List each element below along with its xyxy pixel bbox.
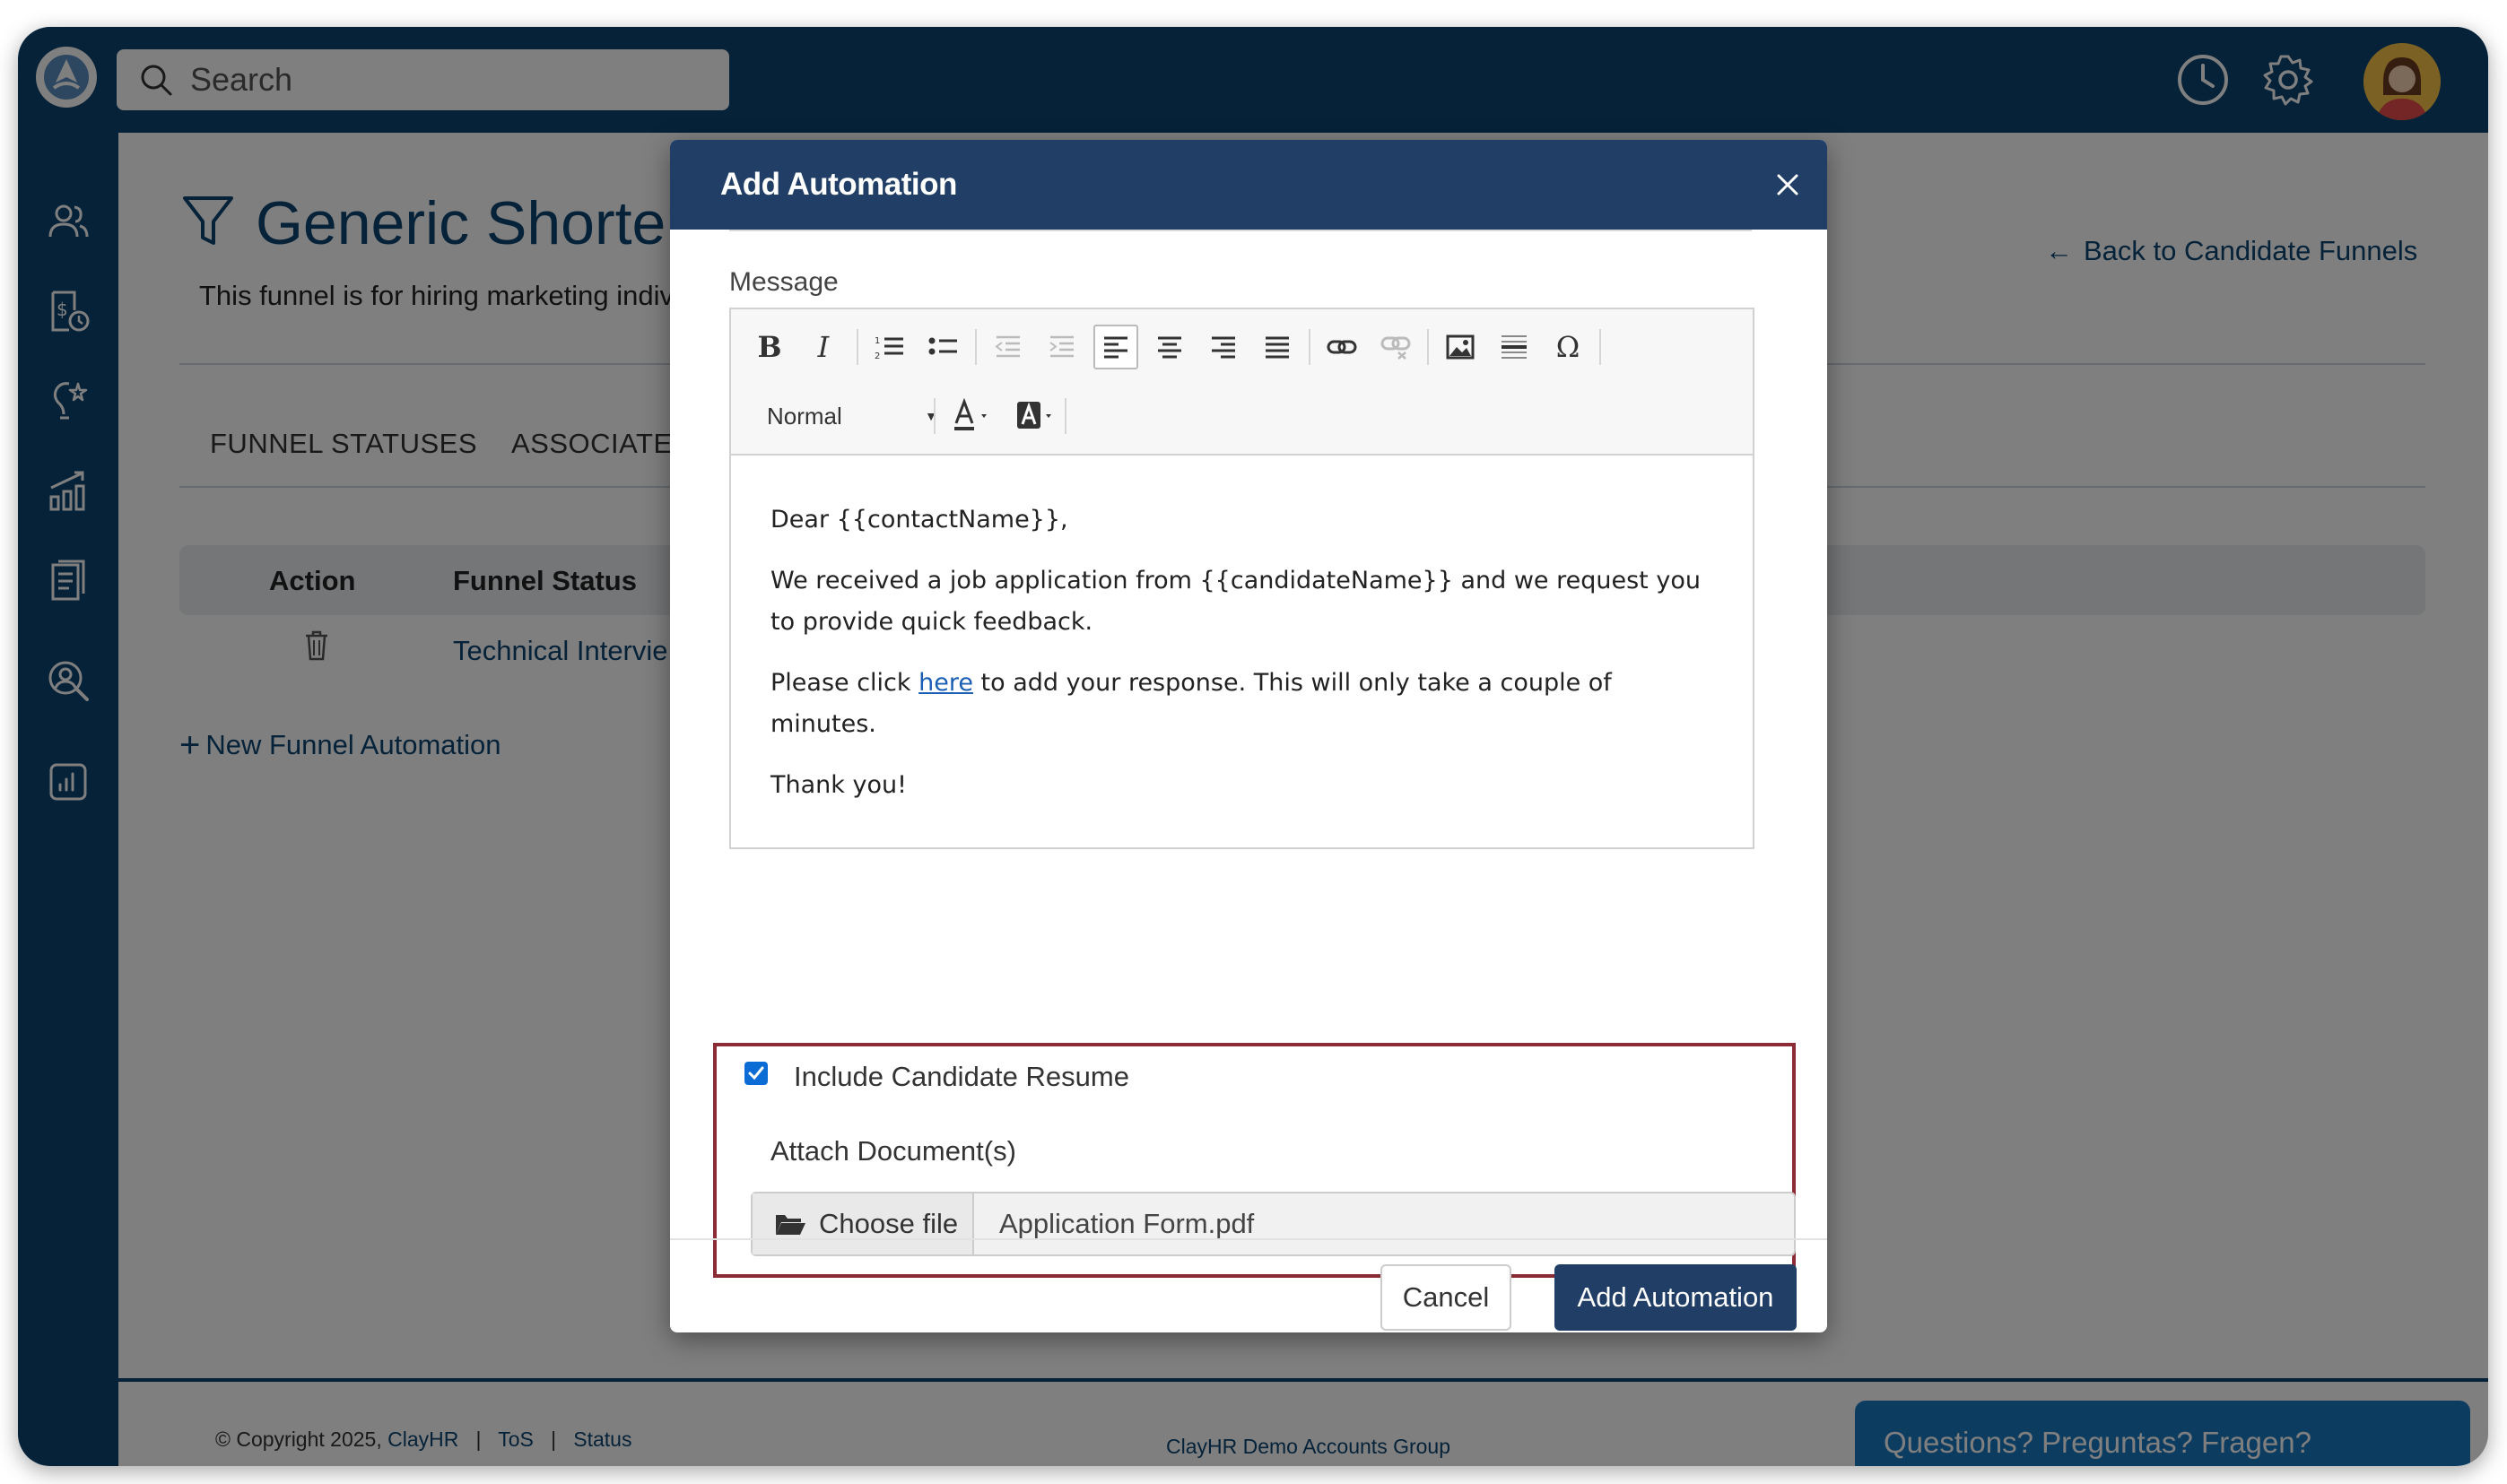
text-color-button[interactable] <box>946 394 1000 438</box>
checkmark-icon <box>748 1066 764 1080</box>
add-automation-button[interactable]: Add Automation <box>1554 1264 1797 1331</box>
bullet-list-button[interactable] <box>921 325 966 369</box>
justify-button[interactable] <box>1255 325 1300 369</box>
horizontal-line-button[interactable] <box>1492 325 1536 369</box>
outdent-button[interactable] <box>986 325 1031 369</box>
numbered-list-icon: 1 2 <box>875 336 903 360</box>
modal-body: Message B I 1 2 Ω Normal ▼ Dear {{contac… <box>670 230 1827 1278</box>
align-center-icon <box>1158 336 1181 359</box>
toolbar-separator <box>934 398 936 434</box>
here-link[interactable]: here <box>918 669 973 697</box>
modal-header: Add Automation <box>670 140 1827 230</box>
folder-open-icon <box>776 1215 805 1235</box>
background-color-button[interactable] <box>1009 394 1063 438</box>
background-color-icon <box>1017 402 1051 429</box>
include-resume-checkbox[interactable] <box>744 1062 768 1085</box>
link-icon <box>1327 340 1357 354</box>
editor-content[interactable]: Dear {{contactName}}, We received a job … <box>770 499 1721 826</box>
close-icon <box>1777 174 1798 195</box>
indent-icon <box>1049 335 1074 358</box>
horizontal-line-icon <box>1502 335 1527 359</box>
modal-title: Add Automation <box>720 167 957 202</box>
justify-icon <box>1266 336 1289 359</box>
align-center-button[interactable] <box>1147 325 1192 369</box>
svg-text:2: 2 <box>875 351 880 360</box>
outdent-icon <box>995 335 1020 358</box>
toolbar-separator <box>857 329 858 365</box>
add-automation-modal: Add Automation Message B I 1 2 Ω Normal … <box>670 140 1827 1332</box>
attach-documents-label: Attach Document(s) <box>770 1135 1016 1167</box>
toolbar-separator <box>1427 329 1429 365</box>
numbered-list-button[interactable]: 1 2 <box>867 325 912 369</box>
choose-file-label: Choose file <box>819 1208 959 1239</box>
editor-toolbar: B I 1 2 Ω Normal ▼ <box>731 309 1753 456</box>
close-button[interactable] <box>1773 170 1802 199</box>
email-closing: Thank you! <box>770 771 907 799</box>
italic-button[interactable]: I <box>801 325 846 369</box>
toolbar-separator <box>1065 398 1066 434</box>
unlink-button[interactable] <box>1373 325 1418 369</box>
file-input[interactable]: Choose file Application Form.pdf <box>751 1192 1796 1256</box>
image-button[interactable] <box>1438 325 1483 369</box>
email-paragraph: We received a job application from {{can… <box>770 567 1701 636</box>
special-character-button[interactable]: Ω <box>1545 325 1590 369</box>
bullet-list-icon <box>928 337 957 355</box>
choose-file-button[interactable]: Choose file <box>753 1193 974 1254</box>
bold-button[interactable]: B <box>747 325 792 369</box>
align-right-button[interactable] <box>1201 325 1246 369</box>
app-window: $ <box>18 27 2488 1466</box>
paragraph-text: Please click <box>770 669 919 697</box>
email-greeting: Dear {{contactName}}, <box>770 506 1068 534</box>
unlink-icon <box>1380 336 1411 360</box>
cancel-button[interactable]: Cancel <box>1380 1264 1511 1331</box>
selected-file-name: Application Form.pdf <box>999 1208 1255 1239</box>
include-resume-label[interactable]: Include Candidate Resume <box>794 1061 1129 1093</box>
svg-text:1: 1 <box>875 336 880 346</box>
indent-button[interactable] <box>1040 325 1084 369</box>
format-select-value: Normal <box>767 402 842 430</box>
email-paragraph-link: Please click here to add your response. … <box>770 663 1721 745</box>
align-left-button[interactable] <box>1093 325 1138 369</box>
align-right-icon <box>1212 336 1235 359</box>
align-left-icon <box>1104 336 1127 359</box>
modal-footer-divider <box>670 1238 1827 1240</box>
message-label: Message <box>729 267 839 297</box>
rich-text-editor: B I 1 2 Ω Normal ▼ Dear {{contactName}},… <box>729 308 1754 849</box>
body-divider <box>729 230 1752 231</box>
link-button[interactable] <box>1319 325 1364 369</box>
toolbar-separator <box>1599 329 1601 365</box>
format-select[interactable]: Normal ▼ <box>767 396 937 436</box>
text-color-icon <box>954 398 987 430</box>
image-icon <box>1446 334 1475 360</box>
toolbar-separator <box>1309 329 1310 365</box>
toolbar-separator <box>975 329 977 365</box>
